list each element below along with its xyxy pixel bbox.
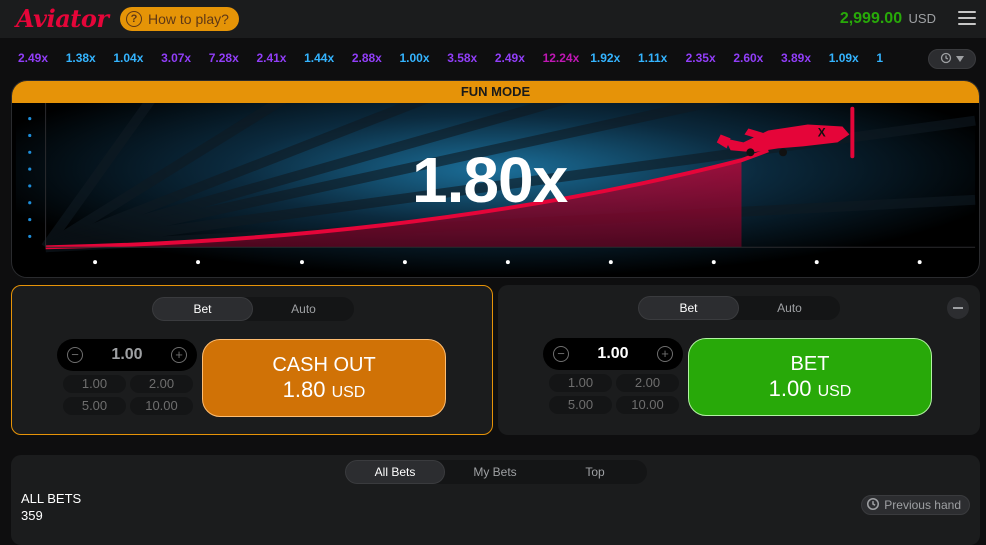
quick-amount-button[interactable]: 1.00 [549,374,612,392]
history-multiplier[interactable]: 1.09x [829,51,877,65]
quick-amount-button[interactable]: 5.00 [63,397,126,415]
history-multiplier[interactable]: 1.44x [304,51,352,65]
balance-amount: 2,999.00 [839,10,903,27]
history-icon [940,52,952,67]
cash-out-label: CASH OUT [272,354,376,376]
quick-amount-button[interactable]: 2.00 [130,375,193,393]
quick-amount-button[interactable]: 10.00 [130,397,193,415]
stake-stepper-left: − 1.00 + [57,339,197,371]
bet-button[interactable]: BET 1.00 USD [688,338,932,416]
quick-amount-button[interactable]: 1.00 [63,375,126,393]
quick-amounts-right: 1.00 2.00 5.00 10.00 [549,374,679,414]
dropdown-arrow-icon [956,53,964,65]
quick-amount-button[interactable]: 10.00 [616,396,679,414]
cash-out-value: 1.80 [282,377,326,402]
hamburger-menu-icon[interactable] [958,11,976,25]
history-multiplier[interactable]: 3.89x [781,51,829,65]
bet-panel-left: Bet Auto − 1.00 + 1.00 2.00 5.00 10.00 C… [11,285,493,435]
previous-hand-button[interactable]: Previous hand [861,495,970,515]
balance: 2,999.00 USD [840,10,936,28]
remove-panel-button[interactable] [947,297,969,319]
how-to-play-label: How to play? [148,11,229,27]
stake-value[interactable]: 1.00 [87,346,167,364]
bet-panel-right: Bet Auto − 1.00 + 1.00 2.00 5.00 10.00 B… [498,285,980,435]
tab-bet[interactable]: Bet [638,296,739,320]
all-bets-count: 359 [21,508,43,523]
cash-out-button[interactable]: CASH OUT 1.80 USD [202,339,446,417]
history-icon [866,497,880,514]
svg-text:X: X [818,125,826,139]
tab-auto[interactable]: Auto [253,297,354,321]
bets-tabs: All Bets My Bets Top [345,460,647,484]
history-multiplier[interactable]: 7.28x [209,51,257,65]
decrease-stake-icon[interactable]: − [67,347,83,363]
increase-stake-icon[interactable]: + [657,346,673,362]
bet-mode-tabs-right: Bet Auto [638,296,840,320]
bet-mode-tabs-left: Bet Auto [152,297,354,321]
history-multiplier[interactable]: 1 [876,51,924,65]
previous-hand-label: Previous hand [884,498,961,512]
quick-amount-button[interactable]: 5.00 [549,396,612,414]
history-toggle-button[interactable] [928,49,976,69]
current-multiplier: 1.80x [412,144,568,216]
decrease-stake-icon[interactable]: − [553,346,569,362]
bets-section: All Bets My Bets Top ALL BETS 359 Previo… [11,455,980,545]
tab-all-bets[interactable]: All Bets [345,460,445,484]
cash-out-currency: USD [331,384,366,401]
history-multiplier[interactable]: 2.49x [18,51,66,65]
history-multipliers: 2.49x 1.38x 1.04x 3.07x 7.28x 2.41x 1.44x 2.88x… [18,51,924,65]
history-multiplier[interactable]: 2.41x [256,51,304,65]
bet-amount: 1.00 USD [689,376,931,402]
fun-mode-banner: FUN MODE [12,81,979,103]
quick-amounts-left: 1.00 2.00 5.00 10.00 [63,375,193,415]
history-multiplier[interactable]: 2.60x [733,51,781,65]
balance-currency: USD [908,11,936,26]
history-multiplier[interactable]: 1.11x [638,51,686,65]
stake-value[interactable]: 1.00 [573,345,653,363]
history-multiplier[interactable]: 1.04x [113,51,161,65]
history-multiplier[interactable]: 2.35x [686,51,734,65]
bet-value: 1.00 [768,376,812,401]
history-multiplier[interactable]: 2.88x [352,51,400,65]
quick-amount-button[interactable]: 2.00 [616,374,679,392]
increase-stake-icon[interactable]: + [171,347,187,363]
tab-top[interactable]: Top [545,460,645,484]
bet-currency: USD [817,383,852,400]
tab-my-bets[interactable]: My Bets [445,460,545,484]
cash-out-amount: 1.80 USD [203,377,445,403]
aviator-logo: Aviator [16,4,109,33]
history-multiplier[interactable]: 1.00x [400,51,448,65]
history-multiplier[interactable]: 3.07x [161,51,209,65]
all-bets-title: ALL BETS [21,491,82,506]
tab-bet[interactable]: Bet [152,297,253,321]
round-history: 2.49x 1.38x 1.04x 3.07x 7.28x 2.41x 1.44x 2.88x… [0,38,986,80]
history-multiplier[interactable]: 2.49x [495,51,543,65]
how-to-play-button[interactable]: ? How to play? [120,7,239,31]
game-canvas: X FUN MODE 1.80x [11,80,980,278]
stake-stepper-right: − 1.00 + [543,338,683,370]
history-multiplier[interactable]: 1.38x [66,51,114,65]
history-multiplier[interactable]: 12.24x [543,51,591,65]
tab-auto[interactable]: Auto [739,296,840,320]
top-bar: Aviator ? How to play? 2,999.00 USD [0,0,986,38]
question-icon: ? [126,11,142,27]
history-multiplier[interactable]: 1.92x [590,51,638,65]
bet-label: BET [790,353,830,375]
history-multiplier[interactable]: 3.58x [447,51,495,65]
all-bets-summary: ALL BETS 359 [21,490,81,524]
